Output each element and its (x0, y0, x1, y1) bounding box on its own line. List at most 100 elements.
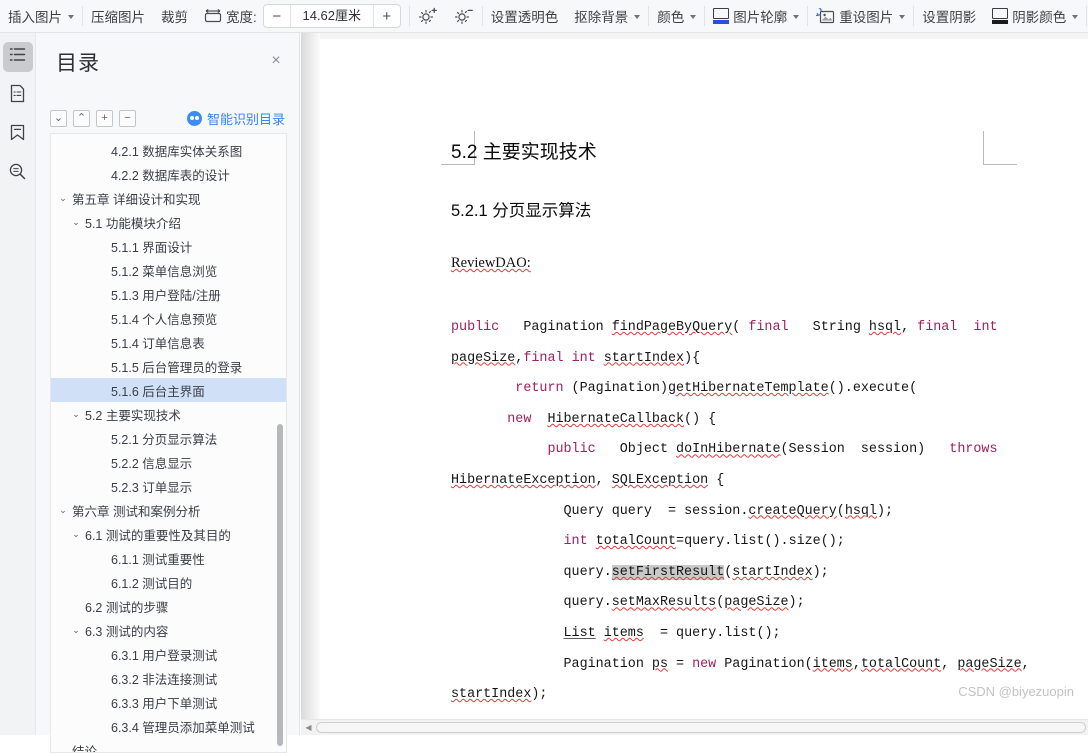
toc-item-label: 第五章 详细设计和实现 (72, 189, 200, 208)
width-increase-button[interactable]: + (374, 5, 400, 27)
toc-item[interactable]: 6.1.1 测试重要性 (51, 546, 286, 570)
chevron-down-icon[interactable] (690, 15, 696, 19)
chevron-down-icon[interactable]: ⌄ (70, 409, 82, 420)
code-token: . (604, 565, 612, 580)
search-document-icon (8, 162, 27, 186)
chevron-down-icon[interactable] (68, 15, 74, 19)
code-keyword: final (917, 320, 957, 335)
code-token (604, 504, 612, 519)
toolbar-brightness-increase[interactable] (410, 0, 446, 33)
smart-toc-icon (187, 111, 202, 126)
toolbar-remove-background-label: 抠除背景 (574, 6, 628, 26)
toc-item[interactable]: 6.1.2 测试目的 (51, 570, 286, 594)
chevron-down-icon[interactable]: ⌄ (70, 625, 82, 636)
chevron-down-icon[interactable] (634, 15, 640, 19)
toolbar-brightness-decrease[interactable] (446, 0, 482, 33)
toc-item[interactable]: 5.1.3 用户登陆/注册 (51, 282, 286, 306)
code-token: ) (917, 442, 949, 457)
toc-item[interactable]: 6.3.3 用户下单测试 (51, 690, 286, 714)
collapse-up-button[interactable]: ⌃ (73, 110, 90, 127)
toc-item-label: 5.2.1 分页显示算法 (111, 429, 217, 448)
toc-item[interactable]: ⌄5.2 主要实现技术 (51, 402, 286, 426)
toc-item[interactable]: ⌄第五章 详细设计和实现 (51, 186, 286, 210)
code-token: items (813, 657, 853, 672)
toc-item[interactable]: 5.2.3 订单显示 (51, 474, 286, 498)
code-token: , (941, 657, 957, 672)
expand-all-button[interactable]: + (96, 110, 113, 127)
toc-item[interactable]: 5.1.5 后台管理员的登录 (51, 354, 286, 378)
toc-item[interactable]: 5.1.6 后台主界面 (51, 378, 286, 402)
toolbar-set-transparent-color[interactable]: 设置透明色 (483, 0, 567, 33)
width-stepper[interactable]: − 14.62厘米 + (263, 4, 401, 28)
chevron-down-icon[interactable]: ⌄ (70, 529, 82, 540)
width-decrease-button[interactable]: − (264, 5, 290, 27)
collapse-down-button[interactable]: ⌄ (50, 110, 67, 127)
chevron-down-icon[interactable]: ⌄ (57, 193, 69, 204)
code-token (451, 381, 515, 396)
document-horizontal-scrollbar[interactable]: ◀ (301, 719, 1088, 735)
code-token: Pagination (523, 320, 603, 335)
close-icon[interactable]: × (267, 53, 285, 71)
chevron-down-icon[interactable]: ⌄ (57, 505, 69, 516)
toolbar-remove-background[interactable]: 抠除背景 (566, 0, 648, 33)
width-value-input[interactable]: 14.62厘米 (290, 5, 374, 27)
toc-item-label: 5.1.4 个人信息预览 (111, 309, 217, 328)
collapse-all-button[interactable]: − (119, 110, 136, 127)
toc-item[interactable]: 5.2.1 分页显示算法 (51, 426, 286, 450)
toc-item[interactable]: ⌄6.1 测试的重要性及其目的 (51, 522, 286, 546)
code-keyword: new (507, 412, 531, 427)
toc-scrollbar-track[interactable] (277, 424, 284, 746)
code-token: = (668, 657, 692, 672)
rail-item-page-thumbnails[interactable] (3, 81, 33, 111)
chevron-down-icon[interactable]: ⌄ (70, 217, 82, 228)
toc-item[interactable]: ⌄第六章 测试和案例分析 (51, 498, 286, 522)
toc-item[interactable]: 4.2.1 数据库实体关系图 (51, 138, 286, 162)
toc-list-container[interactable]: 4.2.1 数据库实体关系图4.2.2 数据库表的设计⌄第五章 详细设计和实现⌄… (50, 133, 287, 753)
code-token: list (724, 626, 756, 641)
toc-item[interactable]: 5.1.4 个人信息预览 (51, 306, 286, 330)
code-token: (). (829, 381, 853, 396)
toc-item[interactable]: ⌄6.3 测试的内容 (51, 618, 286, 642)
code-token: Pagination (724, 657, 804, 672)
code-token: ){ (684, 351, 700, 366)
code-token (596, 442, 620, 457)
toolbar-shadow-color[interactable]: 阴影颜色 (984, 0, 1086, 33)
chevron-down-icon[interactable] (899, 15, 905, 19)
smart-toc-recognition-button[interactable]: 智能识别目录 (187, 109, 285, 128)
rail-item-search[interactable] (3, 159, 33, 189)
toc-item[interactable]: 5.1.1 界面设计 (51, 234, 286, 258)
toc-item[interactable]: 5.2.2 信息显示 (51, 450, 286, 474)
toc-item[interactable]: 6.3.1 用户登录测试 (51, 642, 286, 666)
toolbar-compress-image[interactable]: 压缩图片 (83, 0, 153, 33)
horizontal-scrollbar-thumb[interactable] (316, 722, 1086, 733)
toolbar-crop[interactable]: 裁剪 (153, 0, 196, 33)
code-token: (); (756, 626, 780, 641)
toc-item[interactable]: 结论 (51, 738, 286, 753)
code-token (596, 351, 604, 366)
toc-item[interactable]: 4.2.2 数据库表的设计 (51, 162, 286, 186)
toc-scrollbar-thumb[interactable] (277, 424, 283, 746)
chevron-down-icon[interactable] (793, 15, 799, 19)
toc-item[interactable]: 6.3.4 管理员添加菜单测试 (51, 714, 286, 738)
code-token: ( (732, 320, 748, 335)
code-token: ( (837, 504, 845, 519)
toc-item[interactable]: 6.2 测试的步骤 (51, 594, 286, 618)
toolbar-set-shadow[interactable]: 设置阴影 (914, 0, 984, 33)
code-token: (); (821, 534, 845, 549)
code-token: ); (813, 565, 829, 580)
rail-item-outline[interactable] (3, 42, 33, 72)
toolbar-picture-outline[interactable]: 图片轮廓 (705, 0, 807, 33)
toolbar-reset-image[interactable]: 重设图片 (808, 0, 913, 33)
toc-item[interactable]: 5.1.4 订单信息表 (51, 330, 286, 354)
chevron-down-icon[interactable] (1072, 15, 1078, 19)
rail-item-bookmarks[interactable] (3, 120, 33, 150)
scroll-left-arrow-icon[interactable]: ◀ (301, 720, 316, 736)
toc-item[interactable]: ⌄5.1 功能模块介绍 (51, 210, 286, 234)
toc-item[interactable]: 5.1.2 菜单信息浏览 (51, 258, 286, 282)
toc-item[interactable]: 6.3.2 非法连接测试 (51, 666, 286, 690)
toolbar-insert-image[interactable]: 插入图片 (0, 0, 82, 33)
toc-item-label: 6.1.1 测试重要性 (111, 549, 205, 568)
code-line: return (Pagination)getHibernateTemplate(… (451, 381, 917, 396)
document-page[interactable]: 5.2 主要实现技术 5.2.1 分页显示算法 ReviewDAO: publi… (320, 39, 1088, 719)
toolbar-color[interactable]: 颜色 (649, 0, 704, 33)
